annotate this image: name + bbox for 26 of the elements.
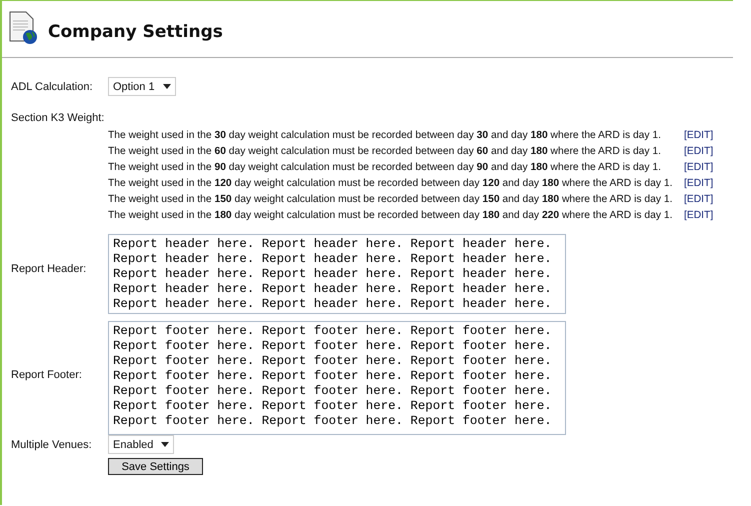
edit-link[interactable]: [EDIT] [684, 176, 733, 192]
weight-rule-text: The weight used in the 120 day weight calculation must be recorded between day 120 and day 180 where the ARD is day 1. [108, 177, 674, 191]
adl-calculation-dropdown[interactable]: Option 1 [108, 77, 176, 96]
field-label: Multiple Venues: [11, 438, 93, 450]
edit-link[interactable]: [EDIT] [684, 128, 733, 144]
save-settings-button[interactable]: Save Settings [108, 458, 203, 475]
edit-link[interactable]: [EDIT] [684, 208, 733, 224]
page-title: Company Settings [48, 21, 223, 42]
document-globe-icon [8, 11, 38, 45]
report-footer-textarea[interactable]: Report footer here. Report footer here. Report footer here. Report footer here. Report footer here. Report footer here. Report footer here. Report footer here. Report footer here. Report footer here. Report footer here. Report footer here. Report footer here. Report footer here. Report footer here. Report footer here. Report footer here. Report footer here. Report footer here. Report footer here. Report footer here. [108, 321, 566, 435]
field-label: Report Footer: [11, 368, 83, 380]
multiple-venues-dropdown[interactable]: Enabled [108, 435, 174, 454]
field-label: Section K3 Weight: [11, 112, 106, 124]
edit-link[interactable]: [EDIT] [684, 192, 733, 208]
edit-link[interactable]: [EDIT] [684, 160, 733, 176]
weight-rule-text: The weight used in the 150 day weight calculation must be recorded between day 150 and day 180 where the ARD is day 1. [108, 193, 674, 207]
field-label: ADL Calculation: [11, 80, 94, 92]
report-header-textarea[interactable]: Report header here. Report header here. Report header here. Report header here. Report header here. Report header here. Report header here. Report header here. Report header here. Report header here. Report header here. Report header here. Report header here. Report header here. Report header here. [108, 234, 566, 314]
edit-link[interactable]: [EDIT] [684, 144, 733, 160]
weight-rule-text: The weight used in the 180 day weight calculation must be recorded between day 180 and day 220 where the ARD is day 1. [108, 209, 674, 223]
weight-rule-text: The weight used in the 30 day weight calculation must be recorded between day 30 and day 180 where the ARD is day 1. [108, 129, 662, 143]
caret-icon [162, 84, 171, 89]
caret-icon [161, 442, 170, 447]
field-label: Report Header: [11, 263, 88, 275]
weight-rule-text: The weight used in the 90 day weight calculation must be recorded between day 90 and day 180 where the ARD is day 1. [108, 161, 662, 175]
weight-rule-text: The weight used in the 60 day weight calculation must be recorded between day 60 and day 180 where the ARD is day 1. [108, 145, 662, 159]
